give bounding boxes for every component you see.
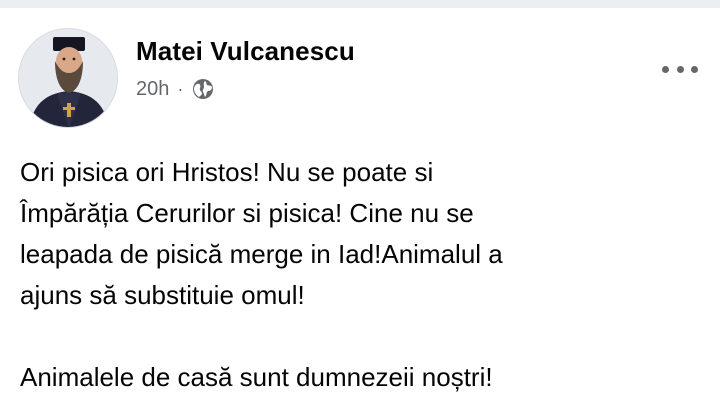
more-options-dot	[676, 65, 684, 73]
post-timestamp[interactable]: 20h	[136, 78, 169, 101]
more-options-icon	[662, 65, 669, 73]
globe-icon[interactable]	[192, 78, 214, 100]
post-text: Ori pisica ori Hristos! Nu se poate si Î…	[20, 152, 700, 398]
post-meta: 20h ·	[136, 76, 214, 102]
post-text-final-line: Animalele de casă sunt dumnezeii noștri!	[20, 362, 493, 392]
post-text-line: Ori pisica ori Hristos! Nu se poate si	[20, 157, 434, 187]
feed-divider	[0, 0, 720, 8]
author-name[interactable]: Matei Vulcanescu	[136, 36, 355, 67]
post-text-line: ajuns să substituie omul!	[20, 280, 305, 310]
more-options-button[interactable]	[660, 56, 700, 82]
post-text-line: leapada de pisică merge in Iad!Animalul …	[20, 239, 503, 269]
facebook-post: Matei Vulcanescu 20h · Ori pisica ori Hr…	[0, 0, 720, 410]
more-options-dot	[691, 65, 698, 73]
meta-separator: ·	[177, 78, 184, 99]
priest-portrait-icon	[19, 29, 117, 127]
author-avatar[interactable]	[18, 28, 118, 128]
post-text-line: Împărăția Cerurilor si pisica! Cine nu s…	[20, 198, 474, 228]
